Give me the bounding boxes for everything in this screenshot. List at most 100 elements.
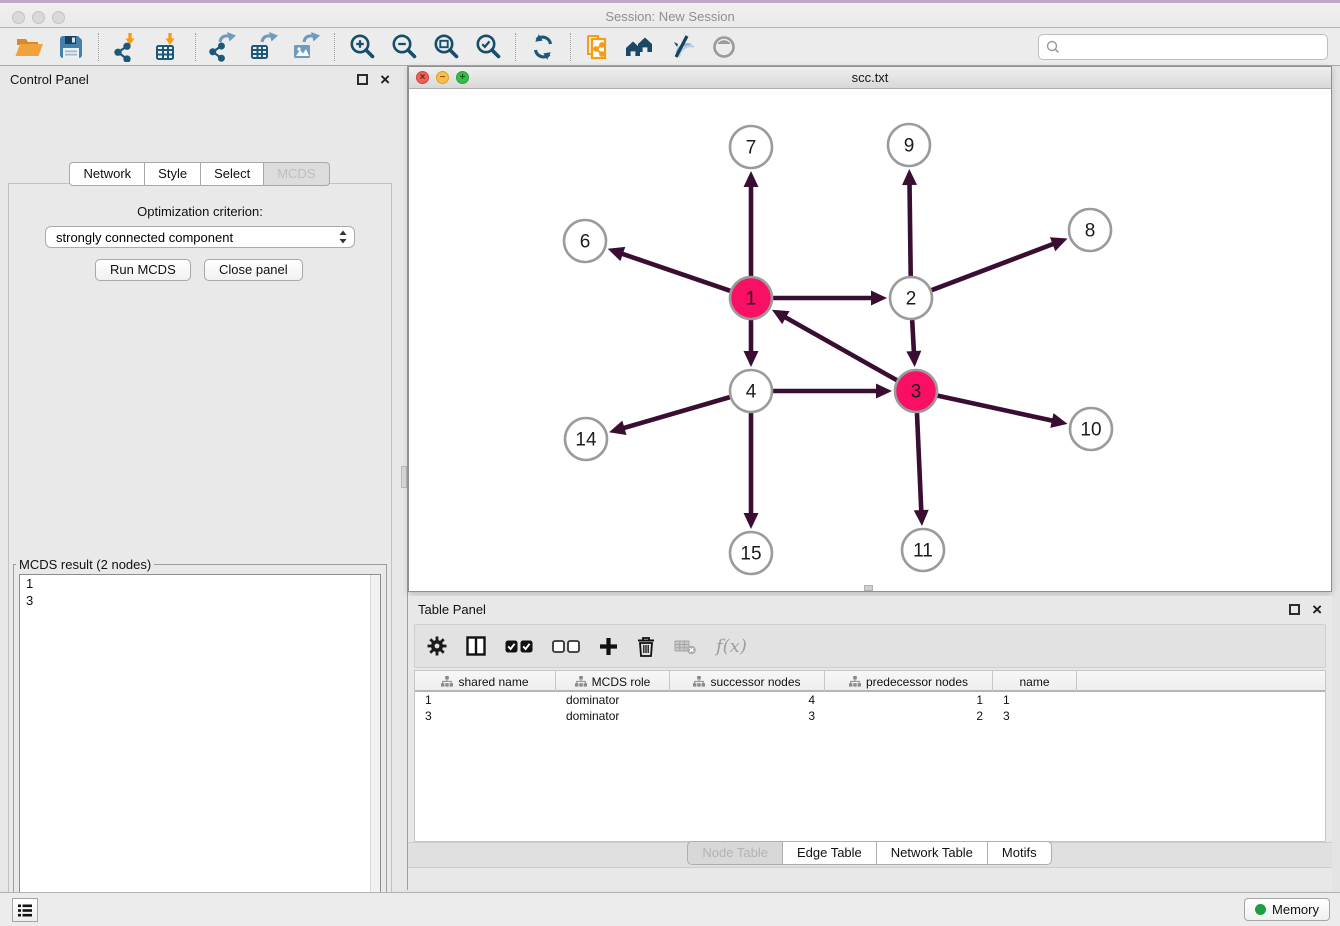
cell-predecessor-nodes[interactable]: 2	[825, 708, 993, 724]
tab-edge-table[interactable]: Edge Table	[782, 841, 877, 865]
edge-3-1[interactable]	[782, 316, 896, 381]
memory-status-icon	[1255, 904, 1266, 915]
task-history-button[interactable]	[12, 898, 38, 922]
tab-select[interactable]: Select	[200, 162, 264, 186]
edge-3-10[interactable]	[937, 396, 1055, 422]
close-panel-icon[interactable]: ×	[380, 74, 390, 85]
edge-1-6[interactable]	[619, 253, 730, 291]
show-details-button[interactable]	[703, 31, 745, 63]
memory-button[interactable]: Memory	[1244, 898, 1330, 921]
column-type-icon	[575, 676, 587, 687]
cell-successor-nodes[interactable]: 4	[670, 692, 825, 708]
cell-shared-name[interactable]: 1	[415, 692, 556, 708]
node-table-body: 1dominator4113dominator323	[415, 692, 1325, 724]
network-window-titlebar[interactable]: × − + scc.txt	[409, 67, 1331, 89]
arrowhead-1-7	[744, 171, 759, 187]
cell-name[interactable]: 3	[993, 708, 1077, 724]
tab-motifs[interactable]: Motifs	[987, 841, 1052, 865]
table-panel-title: Table Panel	[418, 602, 486, 617]
mcds-result-list[interactable]: 13	[19, 574, 381, 926]
zoom-in-button[interactable]	[341, 31, 383, 63]
houses-button[interactable]	[619, 31, 661, 63]
zoom-fit-button[interactable]	[425, 31, 467, 63]
edge-2-8[interactable]	[932, 243, 1057, 290]
toolbar-separator	[515, 33, 516, 61]
import-table-button[interactable]	[147, 31, 189, 63]
node-table[interactable]: shared nameMCDS rolesuccessor nodes prede…	[414, 670, 1326, 842]
network-from-selection-button[interactable]	[577, 31, 619, 63]
network-canvas[interactable]: 1234678910111415	[409, 89, 1331, 591]
node-label-11: 11	[913, 541, 933, 562]
add-column-button[interactable]	[599, 637, 618, 656]
panel-divider[interactable]	[400, 66, 408, 890]
open-session-button[interactable]	[8, 31, 50, 63]
search-box[interactable]	[1038, 34, 1328, 60]
edge-2-3[interactable]	[912, 320, 914, 355]
close-table-panel-icon[interactable]: ×	[1312, 604, 1322, 615]
divider-handle[interactable]	[401, 466, 407, 488]
network-graph[interactable]: 1234678910111415	[409, 89, 1331, 591]
edge-4-14[interactable]	[621, 397, 730, 429]
hide-details-button[interactable]	[661, 31, 703, 63]
column-header-MCDS-role[interactable]: MCDS role	[556, 671, 670, 692]
control-panel: Control Panel × NetworkStyleSelectMCDS O…	[0, 66, 400, 890]
tab-mcds[interactable]: MCDS	[263, 162, 329, 186]
edge-3-11[interactable]	[917, 413, 921, 514]
criterion-select[interactable]: strongly connected component	[45, 226, 355, 248]
criterion-value: strongly connected component	[56, 230, 336, 245]
unchecked-boxes-icon	[552, 640, 580, 653]
cell-predecessor-nodes[interactable]: 1	[825, 692, 993, 708]
tab-style[interactable]: Style	[144, 162, 201, 186]
zoom-selected-button[interactable]	[467, 31, 509, 63]
column-header-predecessor-nodes[interactable]: predecessor nodes	[825, 671, 993, 692]
deselect-all-columns-button[interactable]	[552, 640, 580, 653]
table-row[interactable]: 1dominator411	[415, 692, 1325, 708]
zoom-fit-icon	[431, 32, 461, 62]
search-input[interactable]	[1061, 37, 1327, 57]
tab-network[interactable]: Network	[69, 162, 145, 186]
cell-MCDS-role[interactable]: dominator	[556, 708, 670, 724]
delete-table-button[interactable]	[674, 638, 697, 655]
toolbar-separator	[334, 33, 335, 61]
export-image-button[interactable]	[286, 31, 328, 63]
column-label: predecessor nodes	[866, 675, 968, 689]
cell-name[interactable]: 1	[993, 692, 1077, 708]
column-header-shared-name[interactable]: shared name	[415, 671, 556, 692]
tab-node-table[interactable]: Node Table	[687, 841, 783, 865]
show-columns-button[interactable]	[466, 636, 486, 656]
float-panel-icon[interactable]	[357, 74, 368, 85]
toolbar-separator	[98, 33, 99, 61]
save-floppy-icon	[56, 32, 86, 62]
close-panel-button[interactable]: Close panel	[204, 259, 303, 281]
edge-2-9[interactable]	[909, 181, 910, 276]
run-mcds-button[interactable]: Run MCDS	[95, 259, 191, 281]
result-item[interactable]: 3	[20, 592, 380, 609]
column-type-icon	[441, 676, 453, 687]
export-network-button[interactable]	[202, 31, 244, 63]
result-scrollbar[interactable]	[370, 575, 380, 926]
float-table-panel-icon[interactable]	[1289, 604, 1300, 615]
columns-icon	[466, 636, 486, 656]
refresh-view-button[interactable]	[522, 31, 564, 63]
cell-shared-name[interactable]: 3	[415, 708, 556, 724]
select-all-columns-button[interactable]	[505, 640, 533, 653]
arrowhead-4-15	[744, 513, 759, 529]
zoom-out-button[interactable]	[383, 31, 425, 63]
table-row[interactable]: 3dominator323	[415, 708, 1325, 724]
save-session-button[interactable]	[50, 31, 92, 63]
import-network-button[interactable]	[105, 31, 147, 63]
column-type-icon	[849, 676, 861, 687]
delete-column-button[interactable]	[637, 636, 655, 657]
column-header-successor-nodes[interactable]: successor nodes	[670, 671, 825, 692]
cell-MCDS-role[interactable]: dominator	[556, 692, 670, 708]
result-item[interactable]: 1	[20, 575, 380, 592]
tab-network-table[interactable]: Network Table	[876, 841, 988, 865]
settings-gear-button[interactable]	[427, 636, 447, 656]
column-header-name[interactable]: name	[993, 671, 1077, 692]
cell-successor-nodes[interactable]: 3	[670, 708, 825, 724]
table-toolbar: f(x)	[414, 624, 1326, 668]
export-table-button[interactable]	[244, 31, 286, 63]
memory-label: Memory	[1272, 902, 1319, 917]
function-builder-button[interactable]: f(x)	[716, 636, 747, 657]
network-resize-handle[interactable]	[864, 585, 873, 591]
